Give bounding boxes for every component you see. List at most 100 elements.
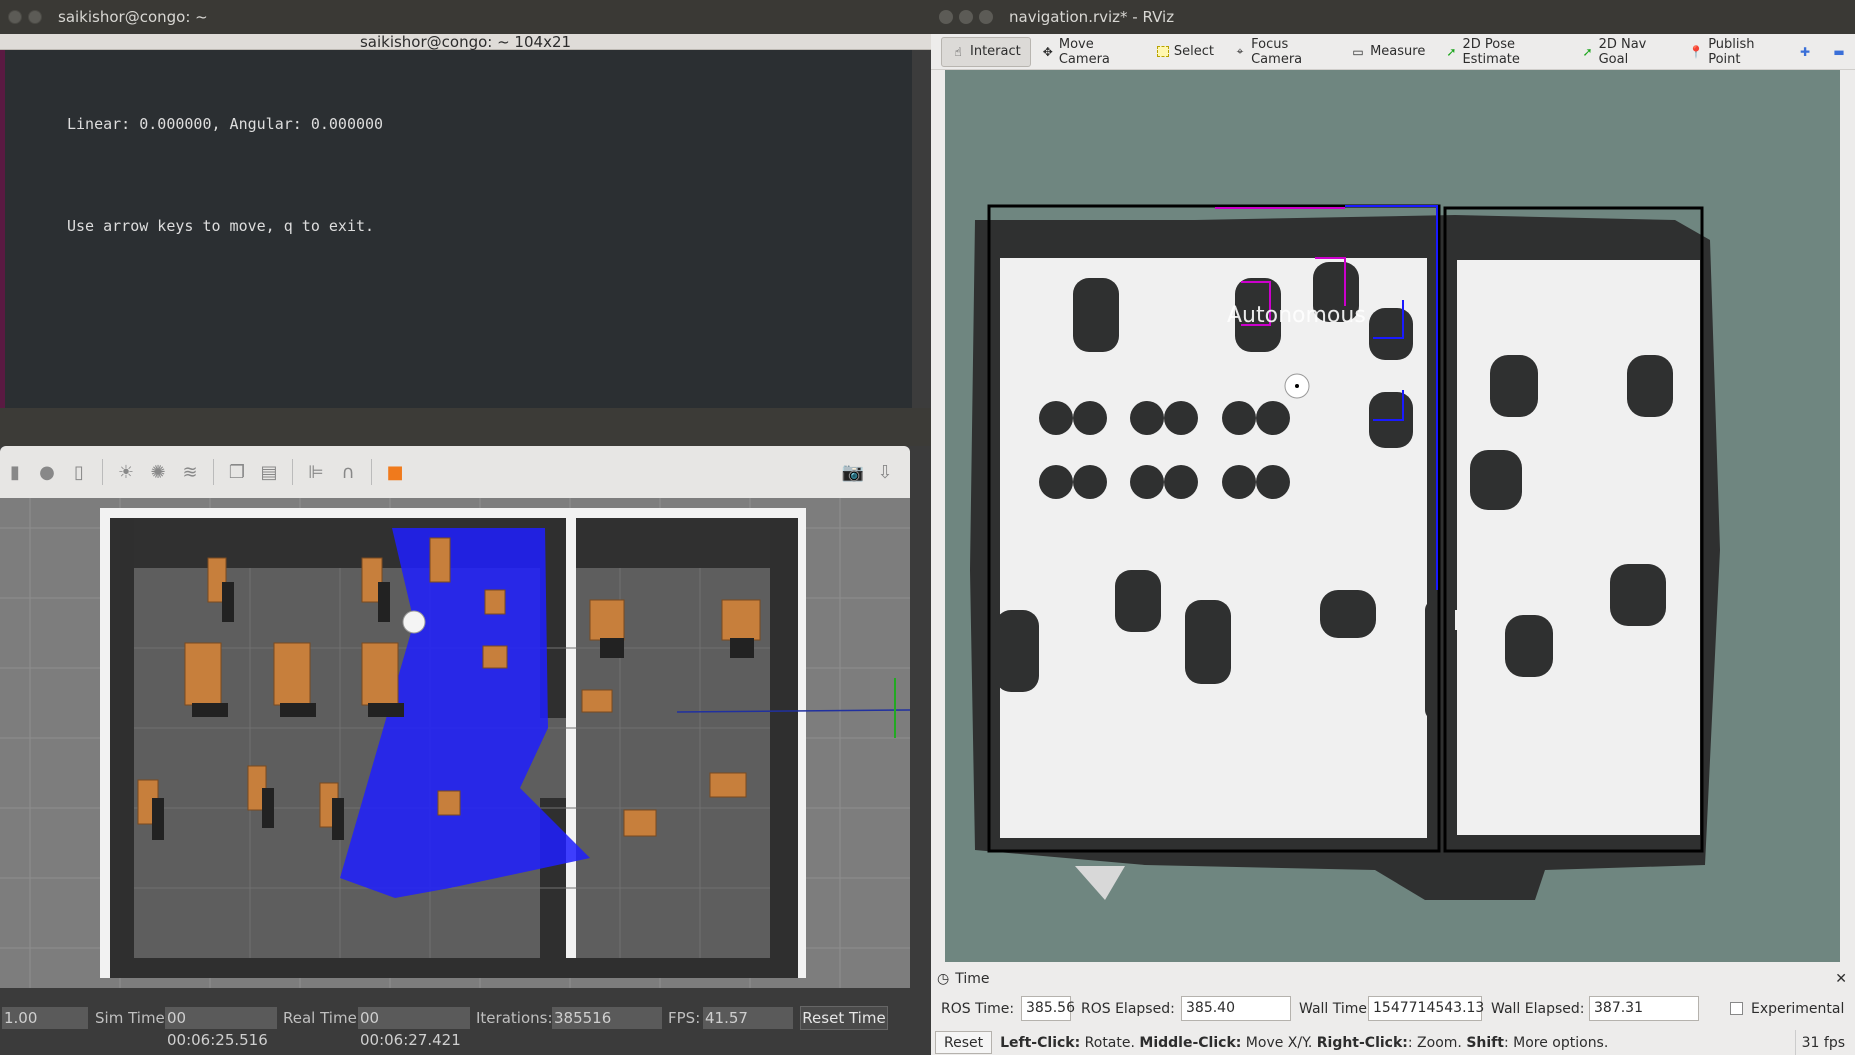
tool-label: Select (1173, 44, 1214, 59)
robot-center (1295, 384, 1299, 388)
iterations-label: Iterations: (476, 1009, 553, 1027)
tool-select[interactable]: Select (1148, 37, 1223, 67)
hint-right-action: : Zoom. (1407, 1034, 1467, 1051)
align-icon[interactable]: ⊫ (303, 459, 329, 485)
hint-left-click: Left-Click: (1000, 1034, 1081, 1051)
wall-elapsed-field[interactable]: 387.31 (1589, 996, 1699, 1021)
add-tool-button[interactable]: ✚ (1789, 37, 1821, 67)
partition-inflation (1427, 250, 1457, 610)
gazebo-window: ▮ ● ▯ ☀ ✺ ≋ ❐ ▤ ⊫ ∩ ■ 📷 ⇩ 1.00 Sim Time:… (0, 408, 931, 1055)
window-controls (939, 10, 993, 24)
spot-light-icon[interactable]: ≋ (177, 459, 203, 485)
hint-middle-action: Move X/Y. (1241, 1034, 1317, 1051)
wall-shadow (110, 518, 134, 974)
tool-interact[interactable]: ☝ Interact (941, 36, 1031, 67)
green-arrow-icon: ➚ (1446, 44, 1457, 59)
tool-label: Move Camera (1058, 36, 1110, 67)
partition-wall (566, 788, 576, 974)
wall-shadow (110, 958, 798, 978)
terminal-line-instructions: Use arrow keys to move, q to exit. (67, 217, 375, 235)
wall-shadow (770, 518, 798, 974)
hint-right-click: Right-Click: (1316, 1034, 1408, 1051)
ros-time-label: ROS Time: (941, 1001, 1015, 1017)
rviz-window: navigation.rviz* - RViz ☝ Interact ✥ Mov… (931, 0, 1855, 1055)
wall-time-field[interactable]: 1547714543.13 (1368, 996, 1484, 1021)
terminal-subtitle: saikishor@congo: ~ 104x21 (0, 34, 931, 50)
remove-tool-button[interactable]: ▬ (1823, 37, 1855, 67)
terminal-title: saikishor@congo: ~ (58, 8, 208, 26)
free-space-right (1455, 260, 1700, 835)
robot (402, 610, 426, 634)
ros-elapsed-field[interactable]: 385.40 (1181, 996, 1291, 1021)
camera-icon[interactable]: 📷 (840, 459, 866, 485)
reset-button[interactable]: Reset (935, 1031, 993, 1054)
close-panel-icon[interactable]: ✕ (1835, 971, 1847, 987)
map-overlay-text: Autonomous (1227, 303, 1366, 328)
box-icon[interactable]: ▮ (2, 459, 28, 485)
room-floor-right (576, 518, 798, 974)
paste-icon[interactable]: ▤ (256, 459, 282, 485)
ros-elapsed-label: ROS Elapsed: (1081, 1001, 1175, 1017)
rviz-titlebar: navigation.rviz* - RViz (931, 0, 1855, 34)
sim-time-label: Sim Time: (95, 1009, 170, 1027)
ros-time-field[interactable]: 385.56 (1021, 996, 1075, 1021)
plus-icon: ✚ (1799, 44, 1811, 59)
move-camera-icon: ✥ (1042, 44, 1053, 59)
terminal-scrollbar[interactable] (912, 50, 931, 408)
rviz-toolbar: ☝ Interact ✥ Move Camera Select ⌖ Focus … (931, 34, 1855, 70)
tool-measure[interactable]: ▭ Measure (1342, 37, 1434, 67)
real-time-label: Real Time: (283, 1009, 362, 1027)
sun-icon[interactable]: ☀ (113, 459, 139, 485)
reset-time-button[interactable]: Reset Time (800, 1006, 888, 1030)
copy-icon[interactable]: ❐ (224, 459, 250, 485)
terminal-titlebar: saikishor@congo: ~ (0, 0, 931, 34)
terminal-line-velocity: Linear: 0.000000, Angular: 0.000000 (67, 115, 384, 133)
toolbar-divider (213, 459, 214, 485)
terminal-output[interactable]: Linear: 0.000000, Angular: 0.000000 Use … (0, 50, 912, 408)
tool-move-camera[interactable]: ✥ Move Camera (1033, 37, 1146, 67)
hint-shift-action: : More options. (1503, 1034, 1609, 1051)
window-controls (8, 10, 42, 24)
tool-label: Publish Point (1708, 36, 1755, 67)
hint-shift: Shift (1466, 1034, 1504, 1051)
color-icon[interactable]: ■ (382, 459, 408, 485)
ruler-icon: ▭ (1352, 44, 1364, 59)
focus-camera-icon: ⌖ (1236, 44, 1244, 58)
tool-label: Interact (970, 44, 1021, 59)
rviz-map-view[interactable]: Autonomous (945, 70, 1840, 962)
close-icon[interactable] (939, 10, 953, 24)
maximize-icon[interactable] (979, 10, 993, 24)
time-panel-header: ◷ Time ✕ (931, 968, 1855, 990)
tool-label: Measure (1370, 44, 1426, 59)
gazebo-3d-view[interactable] (0, 498, 910, 988)
minimize-icon[interactable] (959, 10, 973, 24)
minus-icon: ▬ (1833, 44, 1845, 59)
free-space-left (1000, 258, 1430, 838)
close-icon[interactable] (8, 10, 22, 24)
sim-time-field: 00 00:06:25.516 (165, 1007, 277, 1049)
tool-2d-pose-estimate[interactable]: ➚ 2D Pose Estimate (1436, 37, 1570, 67)
map-pin-icon: 📍 (1688, 44, 1704, 59)
tool-label: 2D Pose Estimate (1462, 36, 1520, 67)
experimental-checkbox[interactable] (1730, 1002, 1743, 1015)
cursor-icon: ☝ (954, 44, 962, 59)
costmap-graphic (970, 204, 1720, 900)
unknown-region (1075, 866, 1125, 900)
hint-middle-click: Middle-Click: (1139, 1034, 1242, 1051)
sphere-icon[interactable]: ● (34, 459, 60, 485)
magnet-icon[interactable]: ∩ (335, 459, 361, 485)
cylinder-icon[interactable]: ▯ (66, 459, 92, 485)
point-light-icon[interactable]: ✺ (145, 459, 171, 485)
hint-left-action: Rotate. (1080, 1034, 1140, 1051)
fps-field: 41.57 (703, 1007, 793, 1029)
tool-2d-nav-goal[interactable]: ➚ 2D Nav Goal (1572, 37, 1678, 67)
wall-shadow (576, 518, 798, 568)
tool-publish-point[interactable]: 📍 Publish Point (1680, 37, 1787, 67)
log-icon[interactable]: ⇩ (872, 459, 898, 485)
real-time-factor-field: 1.00 (2, 1007, 88, 1029)
iterations-field: 385516 (552, 1007, 662, 1029)
fps-label: FPS: (668, 1009, 701, 1027)
tool-focus-camera[interactable]: ⌖ Focus Camera (1225, 37, 1340, 67)
rviz-statusbar: Reset Left-Click: Rotate. Middle-Click: … (931, 1030, 1855, 1055)
minimize-icon[interactable] (28, 10, 42, 24)
